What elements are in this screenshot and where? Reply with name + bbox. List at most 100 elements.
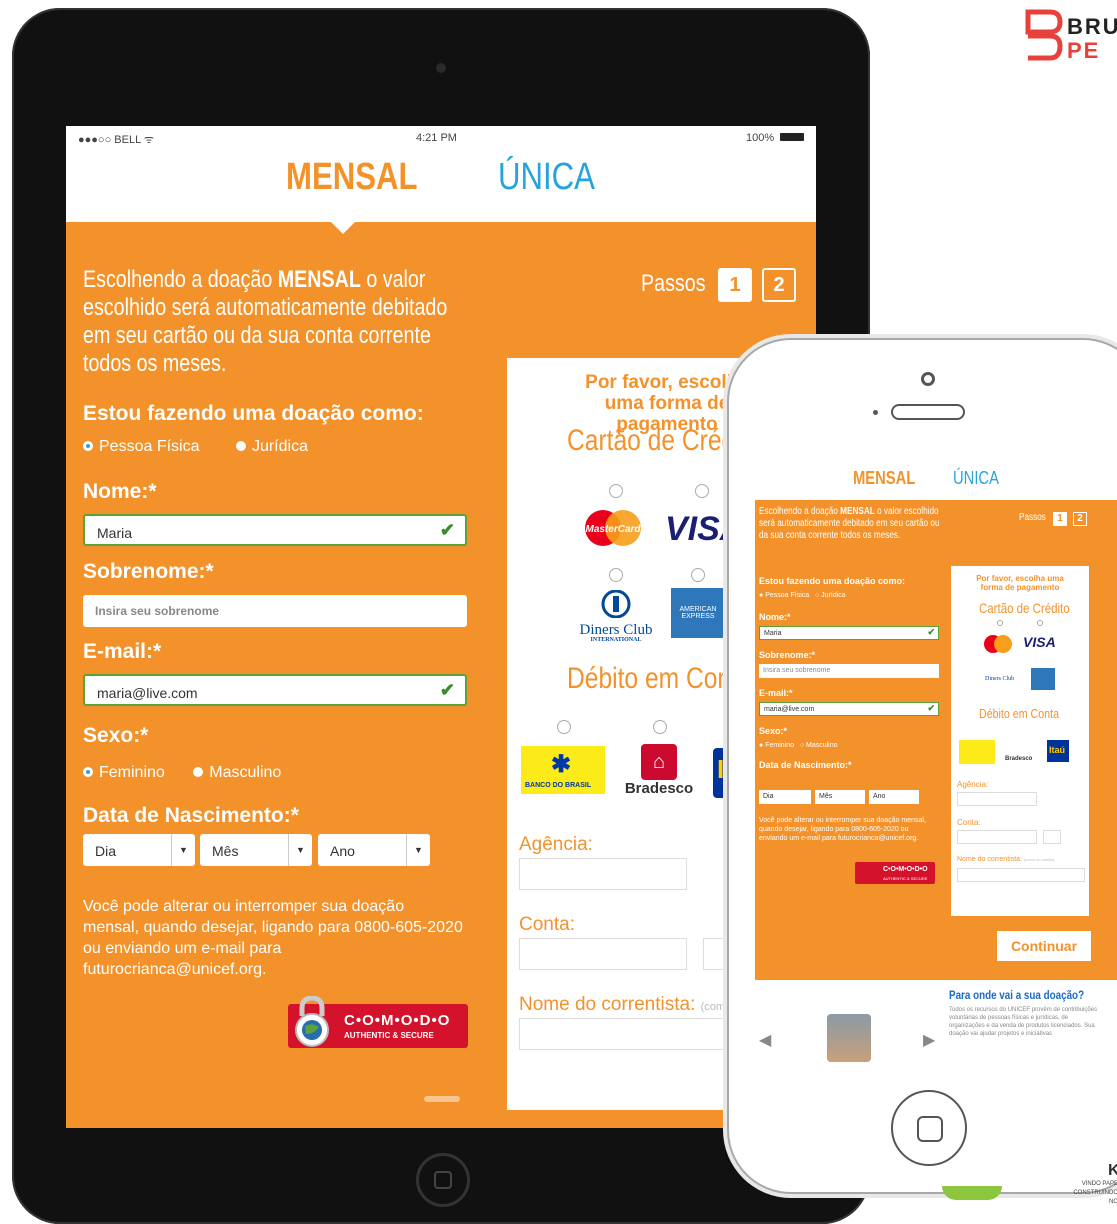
carousel-prev-icon[interactable]: ◀ [759, 1030, 771, 1050]
continue-button[interactable]: Continuar [996, 930, 1092, 962]
phone-home-button[interactable] [891, 1090, 967, 1166]
tablet-home-button[interactable] [416, 1153, 470, 1207]
radio-masculino[interactable] [193, 767, 204, 777]
phone-birth-label: Data de Nascimento:* [759, 760, 852, 770]
person-type-radios: Pessoa Física Jurídica [83, 438, 308, 456]
birth-date-label: Data de Nascimento:* [83, 804, 299, 827]
tablet-screen: ●●●○○ BELL ᯤ 4:21 PM 100% MENSAL ÚNICA E… [66, 126, 816, 1128]
radio-mastercard[interactable] [609, 484, 623, 498]
tablet-camera [436, 63, 446, 73]
holder-input[interactable] [519, 1018, 759, 1050]
brand-logo: BRU PE [1024, 8, 1117, 68]
valid-check-icon: ✔ [927, 703, 935, 713]
phone-sex-label: Sexo:* [759, 726, 788, 736]
scroll-indicator[interactable] [424, 1096, 460, 1102]
phone-day-select[interactable]: Dia [759, 790, 811, 804]
surname-input[interactable]: Insira seu sobrenome [83, 595, 467, 627]
radio-amex[interactable] [691, 568, 705, 582]
active-tab-arrow [331, 222, 355, 234]
brand-tagline: VINDO PAPE CONSTRUINDO NO [1073, 1181, 1117, 1205]
tab-unica[interactable]: ÚNICA [498, 156, 616, 199]
email-label: E-mail:* [83, 640, 162, 663]
account-input[interactable] [519, 938, 687, 970]
donating-as-label: Estou fazendo uma doação como: [83, 402, 424, 425]
brand-fragment: K [1108, 1162, 1117, 1179]
phone-payment-heading: Por favor, escolha uma forma de pagament… [976, 574, 1064, 592]
step-1-box[interactable]: 1 [718, 268, 752, 302]
phone-account-input[interactable] [957, 830, 1037, 844]
comodo-subtitle: AUTHENTIC & SECURE [344, 1031, 434, 1040]
phone-name-label: Nome:* [759, 612, 791, 622]
phone-bb-logo [959, 740, 995, 764]
phone-account-label: Conta: [957, 818, 981, 827]
phone-agency-label: Agência: [957, 780, 989, 789]
radio-feminino[interactable] [83, 767, 93, 777]
tab-mensal[interactable]: MENSAL [286, 156, 446, 199]
phone-tab-mensal[interactable]: MENSAL [853, 468, 929, 489]
phone-email-input[interactable]: maria@live.com ✔ [759, 702, 939, 716]
brand-b-icon [1025, 9, 1063, 61]
radio-banco-brasil[interactable] [557, 720, 571, 734]
phone-holder-input[interactable] [957, 868, 1085, 882]
carousel-photo [827, 1014, 871, 1062]
phone-tab-unica[interactable]: ÚNICA [953, 468, 1009, 489]
brand-line-2: PE [1067, 38, 1101, 63]
birth-year-select[interactable]: Ano ▼ [318, 834, 430, 866]
phone-agency-input[interactable] [957, 792, 1037, 806]
radio-visa[interactable] [695, 484, 709, 498]
radio-juridica-label: Jurídica [251, 438, 308, 455]
comodo-name: C•O•M•O•D•O [344, 1012, 451, 1029]
phone-mastercard-logo [984, 635, 1012, 653]
phone-surname-input[interactable]: Insira seu sobrenome [759, 664, 939, 678]
sex-radios: Feminino Masculino [83, 764, 281, 782]
sex-label: Sexo:* [83, 724, 149, 747]
valid-check-icon: ✔ [927, 627, 935, 637]
phone-sensor [873, 410, 878, 415]
chevron-down-icon: ▼ [171, 834, 195, 866]
agency-label: Agência: [519, 834, 593, 855]
battery-label: 100% [746, 132, 775, 144]
steps-label: Passos [641, 270, 706, 297]
radio-pessoa-fisica-label: Pessoa Física [99, 438, 200, 455]
agency-input[interactable] [519, 858, 687, 890]
svg-text:MasterCard: MasterCard [585, 524, 641, 535]
surname-label: Sobrenome:* [83, 560, 214, 583]
phone-month-select[interactable]: Mês [815, 790, 865, 804]
birth-day-select[interactable]: Dia ▼ [83, 834, 195, 866]
intro-text: Escolhendo a doação MENSAL o valor escol… [83, 266, 448, 377]
carousel-next-icon[interactable]: ▶ [923, 1030, 935, 1050]
radio-masculino-label: Masculino [209, 764, 282, 781]
phone-radio-visa[interactable] [1037, 620, 1043, 626]
radio-diners[interactable] [609, 568, 623, 582]
comodo-seal: C•O•M•O•D•O AUTHENTIC & SECURE [288, 996, 468, 1048]
donation-type-tabs: MENSAL ÚNICA [66, 148, 816, 234]
phone-device: MENSAL ÚNICA Escolhendo a doação MENSAL … [727, 338, 1117, 1194]
phone-step-2[interactable]: 2 [1073, 512, 1087, 526]
phone-comodo-seal: C•O•M•O•D•O AUTHENTIC & SECURE [855, 862, 935, 884]
phone-person-radios: ● Pessoa Física ○ Jurídica [759, 592, 846, 599]
step-2-box[interactable]: 2 [762, 268, 796, 302]
phone-intro-text: Escolhendo a doação MENSAL o valor escol… [759, 506, 940, 541]
email-input[interactable]: maria@live.com ✔ [83, 674, 467, 706]
status-bar: ●●●○○ BELL ᯤ 4:21 PM 100% [66, 126, 816, 148]
radio-bradesco[interactable] [653, 720, 667, 734]
where-donation-text: Todos os recursos do UNICEF provêm de co… [949, 1007, 1098, 1037]
phone-footer: Para onde vai a sua doação? Todos os rec… [755, 980, 1117, 1074]
phone-camera [921, 372, 935, 386]
phone-account-digit-input[interactable] [1043, 830, 1061, 844]
amex-logo: AMERICAN EXPRESS [671, 588, 725, 638]
phone-form: Escolhendo a doação MENSAL o valor escol… [755, 500, 1117, 980]
phone-radio-mastercard[interactable] [997, 620, 1003, 626]
phone-bradesco-logo: Bradesco [1005, 756, 1033, 762]
radio-juridica[interactable] [235, 441, 246, 451]
radio-pessoa-fisica[interactable] [83, 441, 93, 451]
birth-month-select[interactable]: Mês ▼ [200, 834, 312, 866]
phone-year-select[interactable]: Ano [869, 790, 919, 804]
phone-step-1[interactable]: 1 [1053, 512, 1067, 526]
phone-visa-logo: VISA [1023, 634, 1056, 650]
phone-payment-panel: Por favor, escolha uma forma de pagament… [951, 566, 1089, 916]
banco-do-brasil-logo: ✱ BANCO DO BRASIL [521, 746, 605, 794]
phone-contact-note: Você pode alterar ou interromper sua doa… [759, 817, 926, 842]
phone-name-input[interactable]: Maria ✔ [759, 626, 939, 640]
name-input[interactable]: Maria ✔ [83, 514, 467, 546]
